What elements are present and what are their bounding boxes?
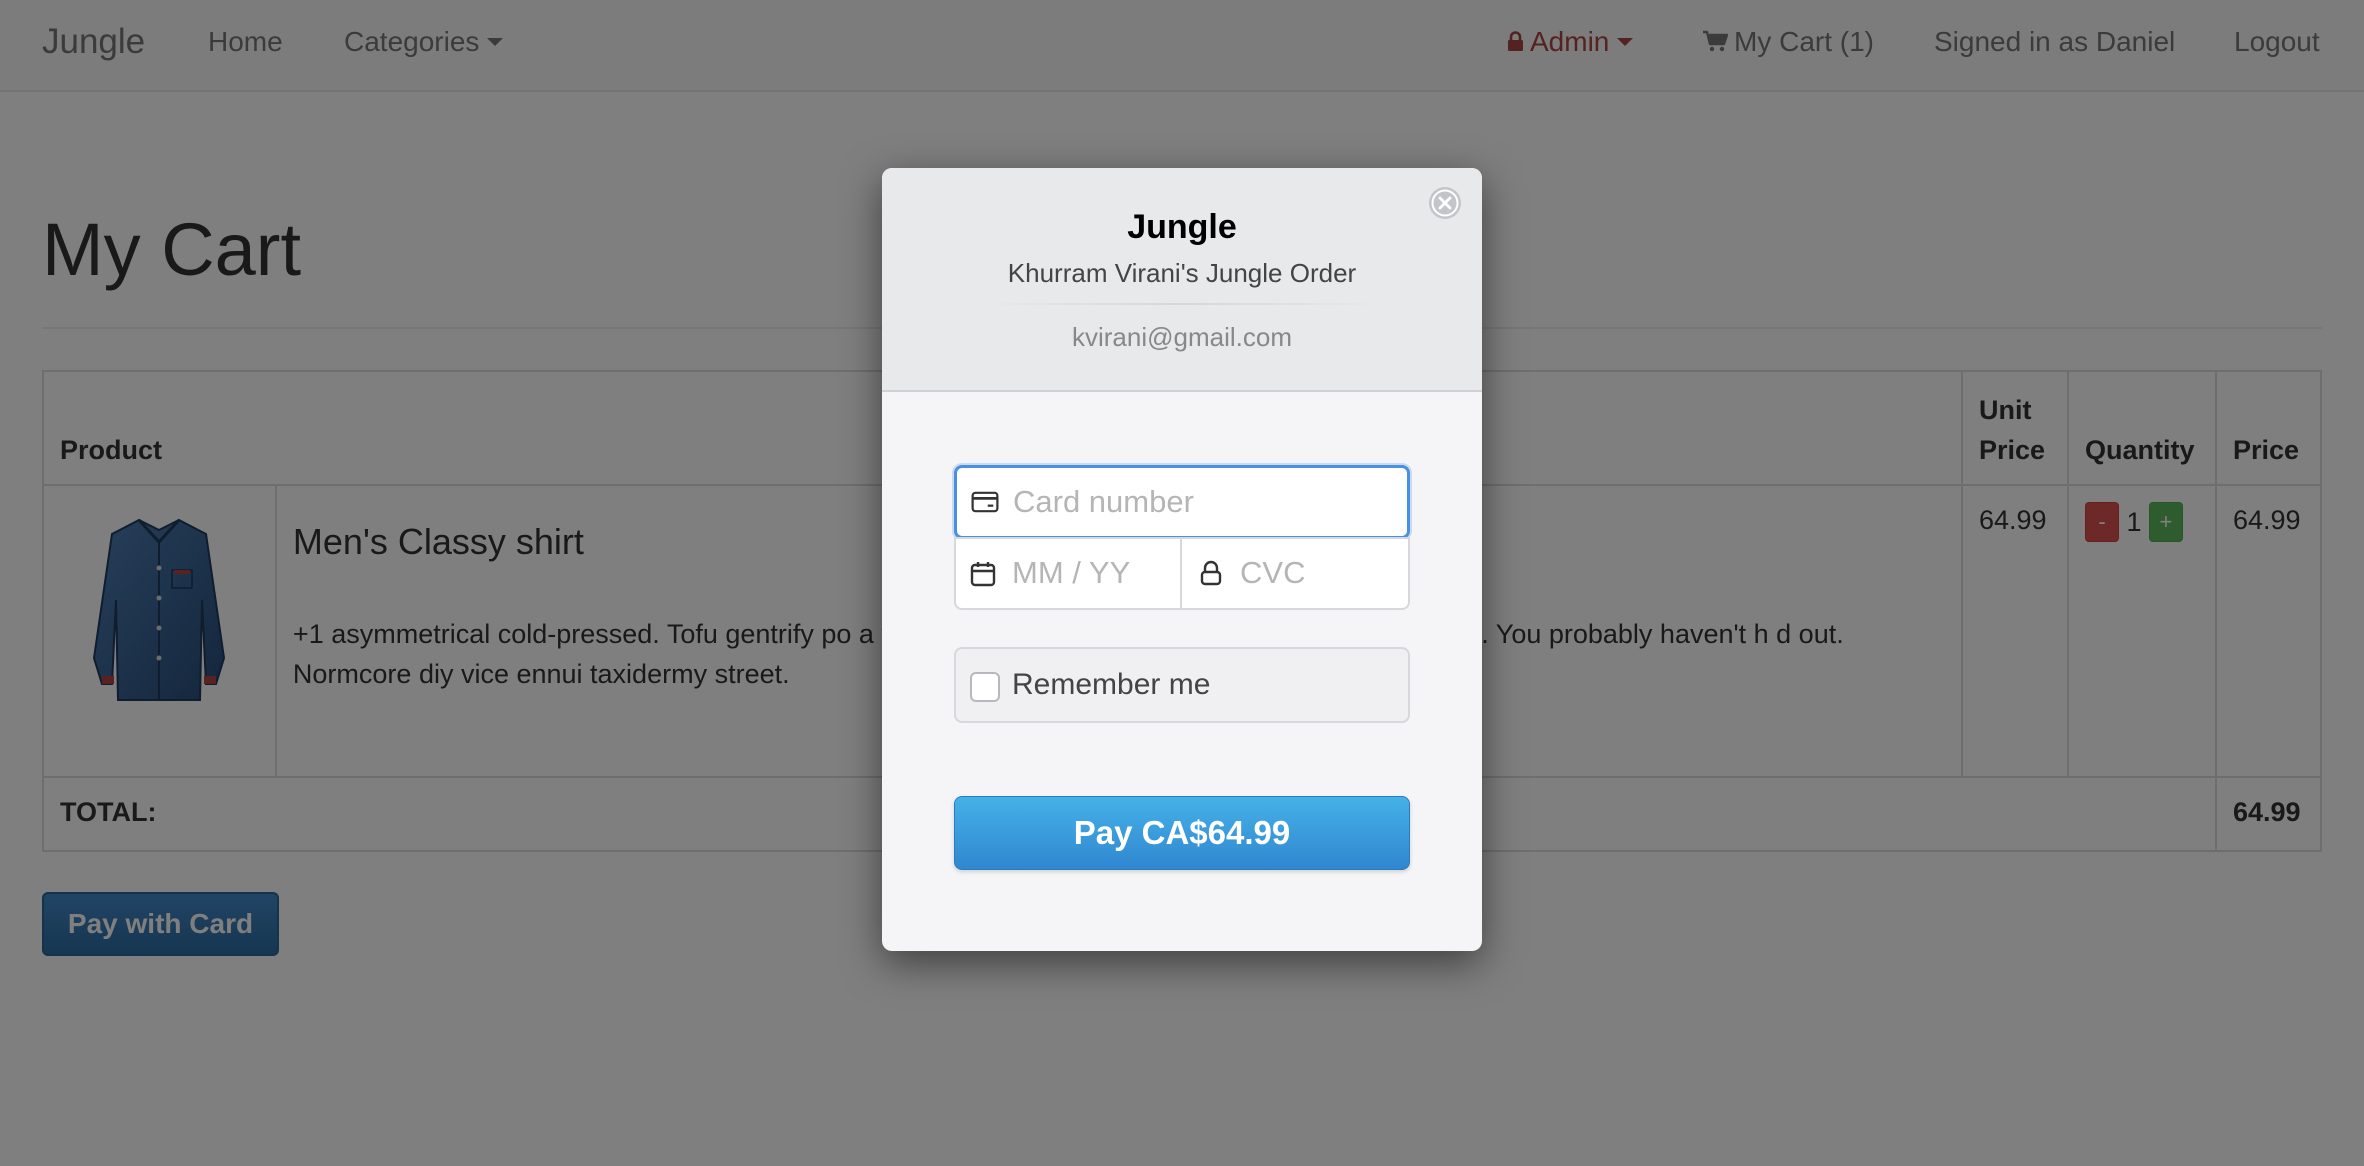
remember-me-checkbox[interactable]: [970, 672, 1000, 702]
modal-divider: [982, 303, 1382, 305]
remember-me-option[interactable]: Remember me: [954, 647, 1410, 723]
modal-title: Jungle: [1127, 208, 1237, 246]
lock-icon: [1200, 560, 1222, 586]
remember-me-label: Remember me: [1012, 668, 1211, 701]
checkout-modal: Jungle Khurram Virani's Jungle Order kvi…: [882, 168, 1482, 951]
credit-card-icon: [971, 491, 999, 513]
card-number-input[interactable]: Card number: [954, 465, 1410, 539]
calendar-icon: [970, 562, 996, 587]
pay-button[interactable]: Pay CA$64.99: [954, 796, 1410, 870]
card-number-placeholder: Card number: [1013, 484, 1194, 519]
cvc-input[interactable]: CVC: [1180, 537, 1410, 610]
modal-header: Jungle Khurram Virani's Jungle Order kvi…: [882, 168, 1482, 392]
cvc-placeholder: CVC: [1240, 555, 1306, 590]
modal-email: kvirani@gmail.com: [1072, 322, 1292, 352]
expiry-placeholder: MM / YY: [1012, 555, 1131, 590]
expiry-input[interactable]: MM / YY: [954, 537, 1182, 610]
modal-subtitle: Khurram Virani's Jungle Order: [1007, 258, 1357, 288]
